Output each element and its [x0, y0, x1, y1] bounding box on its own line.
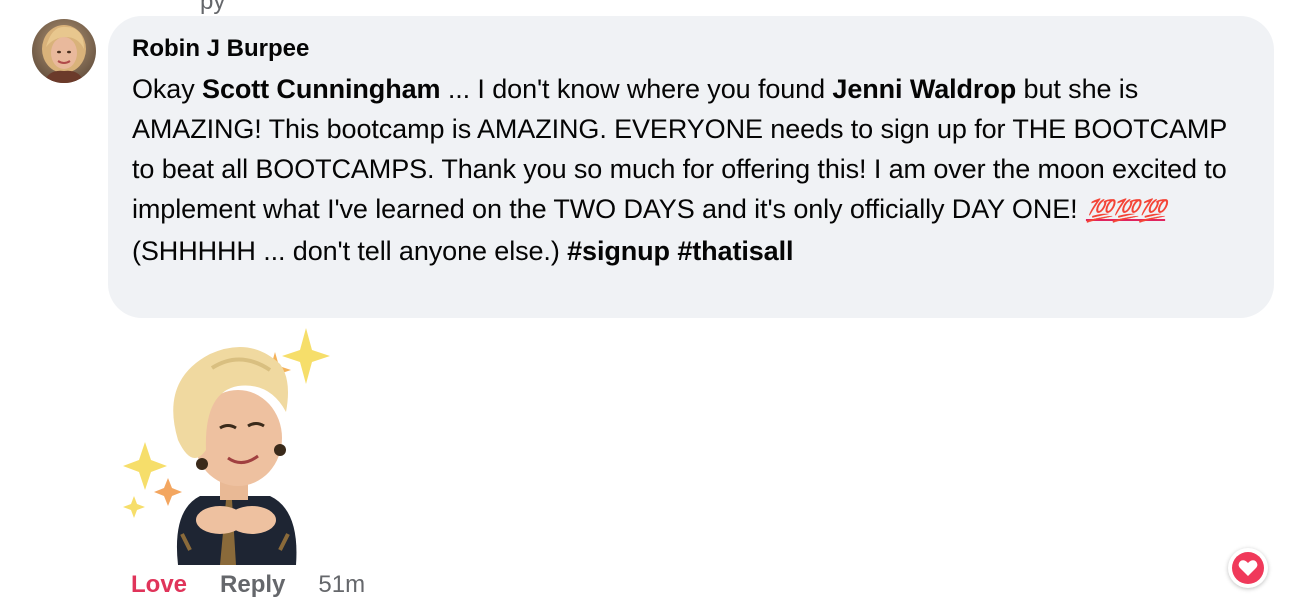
comment-bubble: Robin J Burpee Okay Scott Cunningham ...…: [108, 16, 1274, 318]
reaction-badge[interactable]: [1228, 548, 1268, 588]
heart-icon: [1232, 552, 1264, 584]
mention-link[interactable]: Jenni Waldrop: [832, 74, 1016, 104]
hundred-points-emoji-icon: 💯💯💯: [1085, 198, 1166, 223]
avatar-sticker-icon: [123, 328, 330, 565]
avatar[interactable]: [32, 19, 96, 83]
hashtag-link[interactable]: #thatisall: [677, 236, 793, 266]
hashtag-link[interactable]: #signup: [567, 236, 670, 266]
comment-text-segment: ... I don't know where you found: [440, 74, 833, 104]
profile-photo-icon: [32, 19, 96, 83]
mention-link[interactable]: Scott Cunningham: [202, 74, 440, 104]
comment-timestamp[interactable]: 51m: [318, 570, 365, 600]
comment-author[interactable]: Robin J Burpee: [132, 34, 1250, 64]
comment-actions: Love Reply 51m: [131, 570, 365, 600]
love-button[interactable]: Love: [131, 570, 187, 600]
previous-comment-fragment: py: [200, 0, 226, 15]
reply-button[interactable]: Reply: [220, 570, 285, 600]
avatar-sticker: [120, 320, 335, 565]
comment-text: Okay Scott Cunningham ... I don't know w…: [132, 69, 1252, 271]
comment-text-segment: (SHHHHH ... don't tell anyone else.): [132, 236, 568, 266]
comment-text-segment: Okay: [132, 74, 203, 104]
